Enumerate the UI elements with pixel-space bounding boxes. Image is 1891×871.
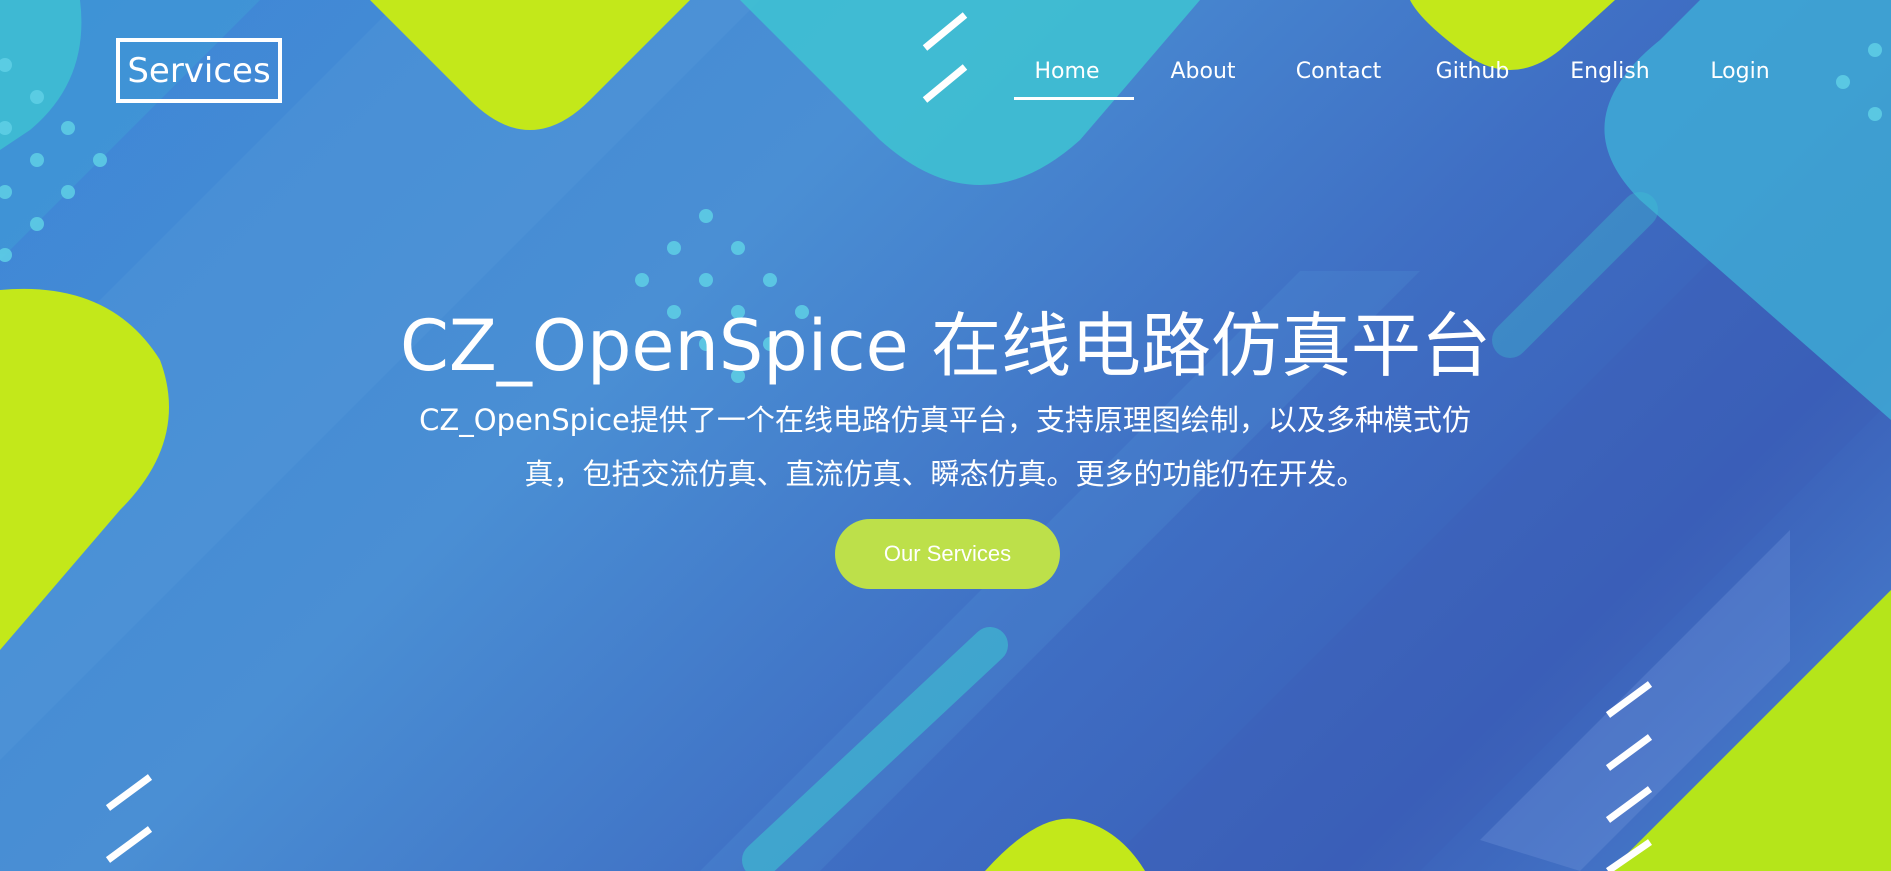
our-services-button[interactable]: Our Services <box>835 519 1060 589</box>
nav-home[interactable]: Home <box>1000 52 1134 100</box>
brand-logo[interactable]: Services <box>116 38 282 103</box>
decor-lime-shape <box>985 818 1145 871</box>
nav-about[interactable]: About <box>1134 52 1272 92</box>
decor-stick <box>742 627 1008 871</box>
nav-github[interactable]: Github <box>1405 52 1540 92</box>
hero-description: CZ_OpenSpice提供了一个在线电路仿真平台，支持原理图绘制，以及多种模式… <box>419 403 1471 491</box>
nav-language[interactable]: English <box>1540 52 1680 92</box>
main-nav: Home About Contact Github English Login <box>1000 52 1800 102</box>
nav-login[interactable]: Login <box>1680 52 1800 92</box>
hero-section: Services Home About Contact Github Engli… <box>0 0 1891 871</box>
nav-contact[interactable]: Contact <box>1272 52 1405 92</box>
hero-title: CZ_OpenSpice 在线电路仿真平台 <box>400 305 1491 387</box>
